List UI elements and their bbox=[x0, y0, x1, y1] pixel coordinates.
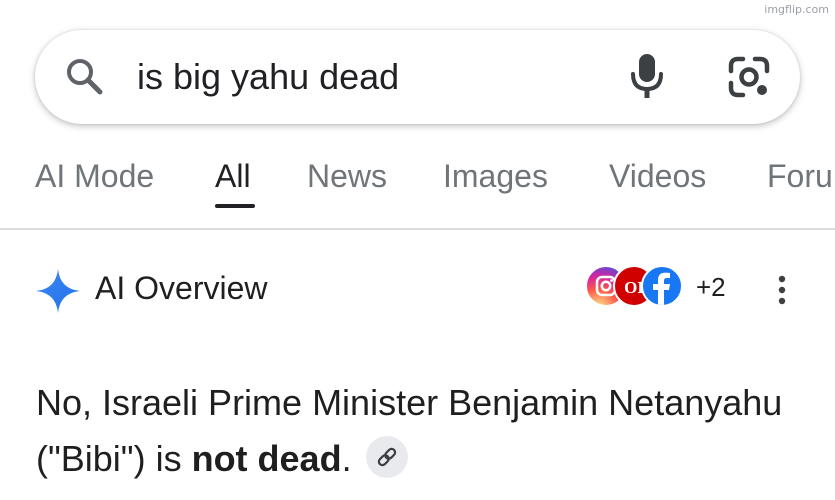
kebab-menu-icon[interactable] bbox=[770, 274, 794, 306]
search-input[interactable] bbox=[137, 54, 577, 100]
search-tabs: AI Mode All News Images Videos Foru bbox=[0, 150, 835, 230]
sparkle-icon bbox=[36, 269, 80, 313]
search-icon[interactable] bbox=[64, 56, 104, 96]
answer-period: . bbox=[341, 438, 352, 479]
tab-ai-mode[interactable]: AI Mode bbox=[35, 158, 154, 195]
ai-overview-title: AI Overview bbox=[95, 270, 268, 306]
tab-all[interactable]: All bbox=[215, 158, 251, 195]
source-icons[interactable]: OI +2 bbox=[585, 265, 745, 309]
tab-news[interactable]: News bbox=[307, 158, 387, 195]
link-icon bbox=[377, 448, 396, 467]
lens-icon[interactable] bbox=[727, 55, 771, 99]
answer-bold-text: not dead bbox=[191, 438, 342, 479]
google-search-page: imgflip.com AI Mode All News Images Vide… bbox=[0, 0, 835, 500]
tab-forums[interactable]: Foru bbox=[767, 158, 833, 195]
tab-images[interactable]: Images bbox=[443, 158, 548, 195]
ai-overview-answer: No, Israeli Prime Minister Benjamin Neta… bbox=[36, 375, 816, 487]
link-chip[interactable] bbox=[365, 436, 408, 479]
imgflip-watermark: imgflip.com bbox=[764, 3, 829, 16]
active-tab-indicator bbox=[215, 204, 255, 208]
tab-videos[interactable]: Videos bbox=[609, 158, 706, 195]
more-sources-count[interactable]: +2 bbox=[696, 272, 726, 303]
ai-overview-header: AI Overview OI +2 bbox=[0, 258, 835, 318]
facebook-icon[interactable] bbox=[641, 265, 683, 307]
answer-text: No, Israeli Prime Minister Benjamin Neta… bbox=[36, 382, 783, 479]
mic-icon[interactable] bbox=[628, 52, 666, 100]
